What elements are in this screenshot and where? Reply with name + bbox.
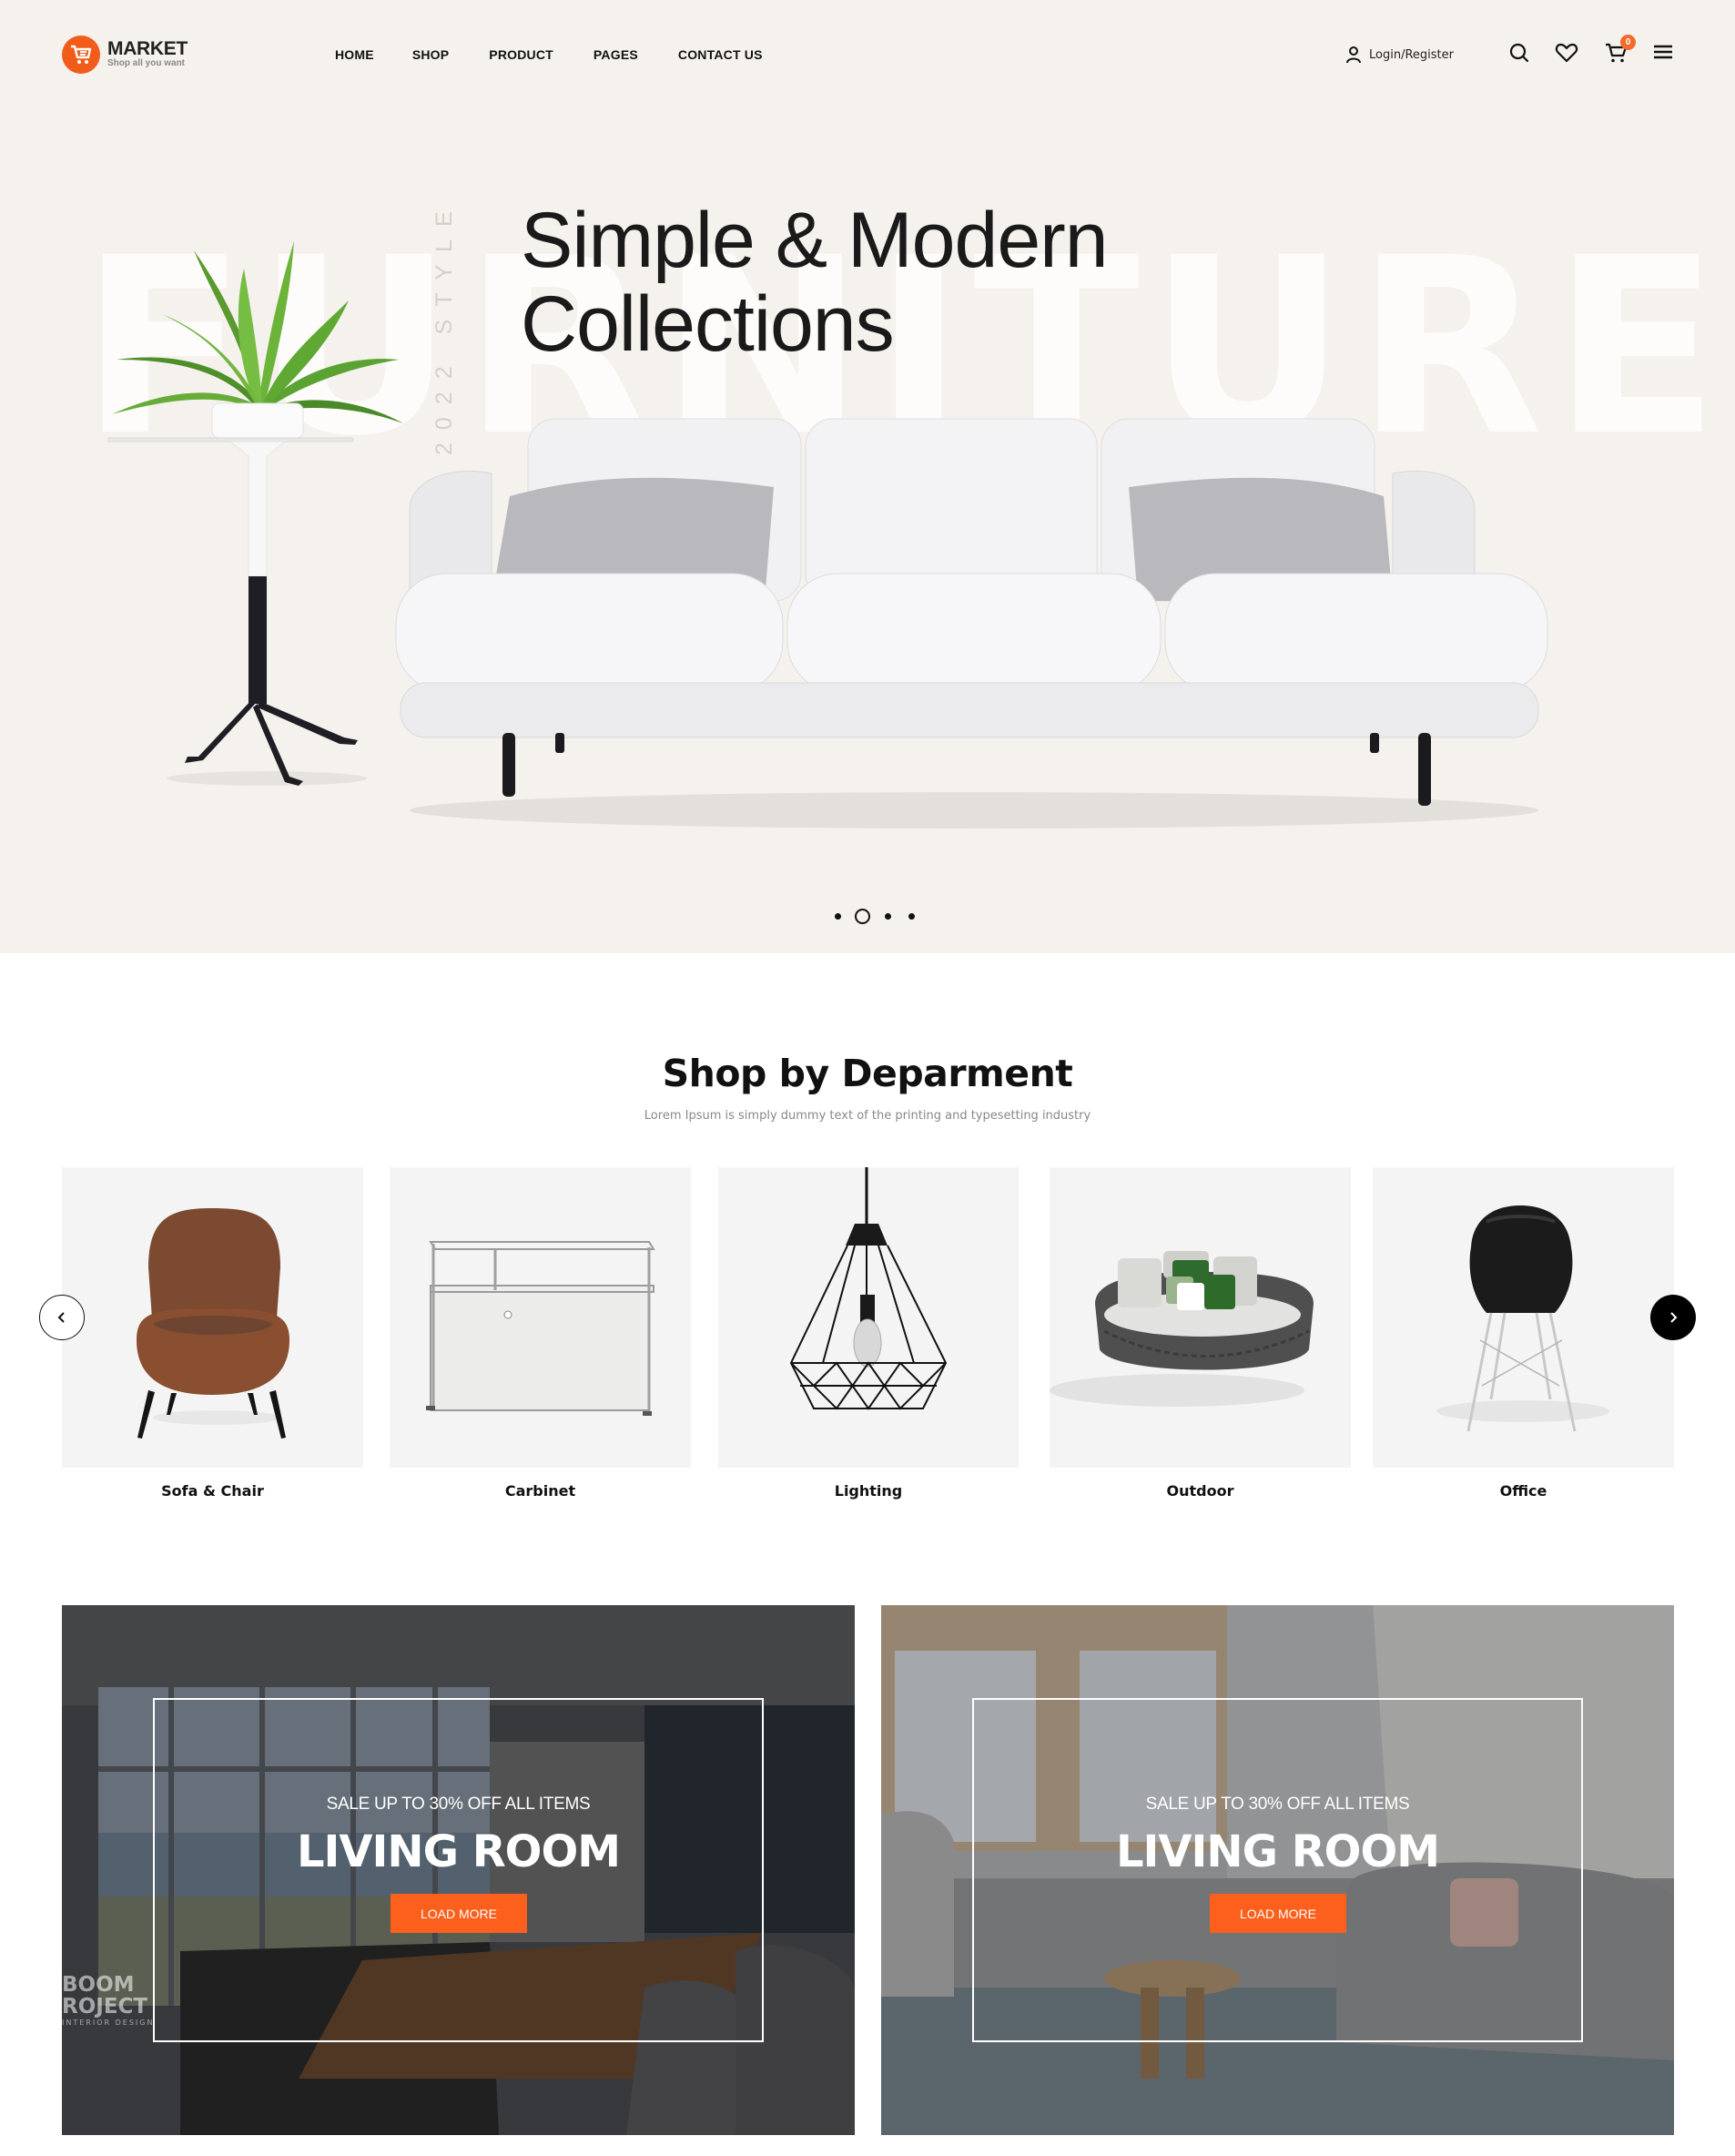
department-subtitle: Lorem Ipsum is simply dummy text of the … (644, 1109, 1091, 1123)
nav-product[interactable]: PRODUCT (489, 47, 553, 62)
promo-banner-living-room-2: SALE UP TO 30% OFF ALL ITEMS LIVING ROOM… (881, 1605, 1674, 2135)
pendant-lamp-image (789, 1167, 948, 1410)
banner-title: LIVING ROOM (1115, 1826, 1440, 1877)
nav-pages[interactable]: PAGES (594, 47, 638, 62)
plant-pot (211, 402, 304, 439)
slider-dot-2-active[interactable] (855, 909, 870, 924)
site-header: MARKET Shop all you want HOME SHOP PRODU… (0, 0, 1735, 109)
nav-shop[interactable]: SHOP (412, 47, 449, 62)
promo-banner-living-room-1: BOOM ROJECT INTERIOR DESIGN SALE UP TO 3… (62, 1605, 855, 2135)
banner-sale-text: SALE UP TO 30% OFF ALL ITEMS (326, 1795, 591, 1814)
login-register-link[interactable]: Login/Register (1345, 46, 1454, 64)
load-more-button[interactable]: LOAD MORE (391, 1894, 527, 1933)
load-more-button[interactable]: LOAD MORE (1210, 1894, 1346, 1933)
slider-dot-3[interactable] (884, 913, 891, 920)
heart-icon (1555, 43, 1578, 63)
category-card-outdoor[interactable] (1050, 1167, 1351, 1468)
banner-sale-text: SALE UP TO 30% OFF ALL ITEMS (1145, 1795, 1410, 1814)
banner-title: LIVING ROOM (296, 1826, 621, 1877)
category-card-lighting[interactable] (718, 1167, 1019, 1468)
carousel-next-button[interactable] (1650, 1295, 1696, 1340)
hero-title-line2: Collections (521, 280, 895, 368)
hero-title: Simple & Modern Collections (521, 197, 1109, 368)
cart-logo-icon (62, 36, 100, 74)
brand-tagline: Shop all you want (107, 58, 186, 68)
search-icon (1509, 43, 1529, 63)
slider-dot-1[interactable] (834, 913, 841, 920)
carousel-prev-button[interactable] (39, 1295, 85, 1340)
nav-contact-us[interactable]: CONTACT US (678, 47, 763, 62)
chevron-left-icon (57, 1312, 65, 1323)
category-label-office[interactable]: Office (1373, 1482, 1674, 1500)
slider-dot-4[interactable] (908, 913, 915, 920)
category-card-office[interactable] (1373, 1167, 1674, 1468)
watermark-line3: INTERIOR DESIGN (62, 2019, 155, 2027)
outdoor-daybed-image (1050, 1251, 1314, 1407)
plant-side-table-image (107, 241, 403, 786)
photo-watermark: BOOM ROJECT INTERIOR DESIGN (62, 1974, 154, 2029)
brand-name: MARKET (107, 38, 188, 59)
category-label-lighting[interactable]: Lighting (718, 1482, 1019, 1500)
hamburger-menu-icon (1654, 45, 1672, 59)
office-chair-image (1436, 1205, 1609, 1432)
watermark-line1: BOOM (62, 1973, 135, 1997)
wishlist-button[interactable] (1555, 42, 1578, 64)
category-card-carbinet[interactable] (390, 1167, 691, 1468)
hero-slider: FURNITURE 2022 STYLE Simple & Modern Col… (0, 0, 1735, 953)
armchair-image (137, 1208, 289, 1439)
hero-title-line1: Simple & Modern (521, 197, 1109, 284)
department-title: Shop by Deparment (662, 1052, 1073, 1095)
category-label-sofa-chair[interactable]: Sofa & Chair (62, 1482, 363, 1500)
category-card-sofa-chair[interactable] (62, 1167, 363, 1468)
cart-button[interactable]: 0 (1605, 35, 1636, 64)
slider-pagination (826, 909, 923, 924)
logo[interactable]: MARKET Shop all you want (62, 36, 188, 74)
menu-button[interactable] (1653, 43, 1673, 61)
login-register-label: Login/Register (1369, 47, 1454, 62)
category-label-carbinet[interactable]: Carbinet (390, 1482, 691, 1500)
watermark-line2: ROJECT (62, 1995, 148, 2019)
fern-leaves (112, 241, 403, 423)
cart-count-badge: 0 (1620, 35, 1636, 50)
user-icon (1346, 46, 1361, 64)
white-sofa-image (395, 418, 1548, 829)
nav-home[interactable]: HOME (335, 47, 374, 62)
cabinet-image (426, 1241, 655, 1416)
chevron-right-icon (1670, 1312, 1678, 1323)
main-nav: HOME SHOP PRODUCT PAGES CONTACT US (335, 47, 763, 62)
search-button[interactable] (1508, 42, 1530, 64)
category-label-outdoor[interactable]: Outdoor (1050, 1482, 1351, 1500)
